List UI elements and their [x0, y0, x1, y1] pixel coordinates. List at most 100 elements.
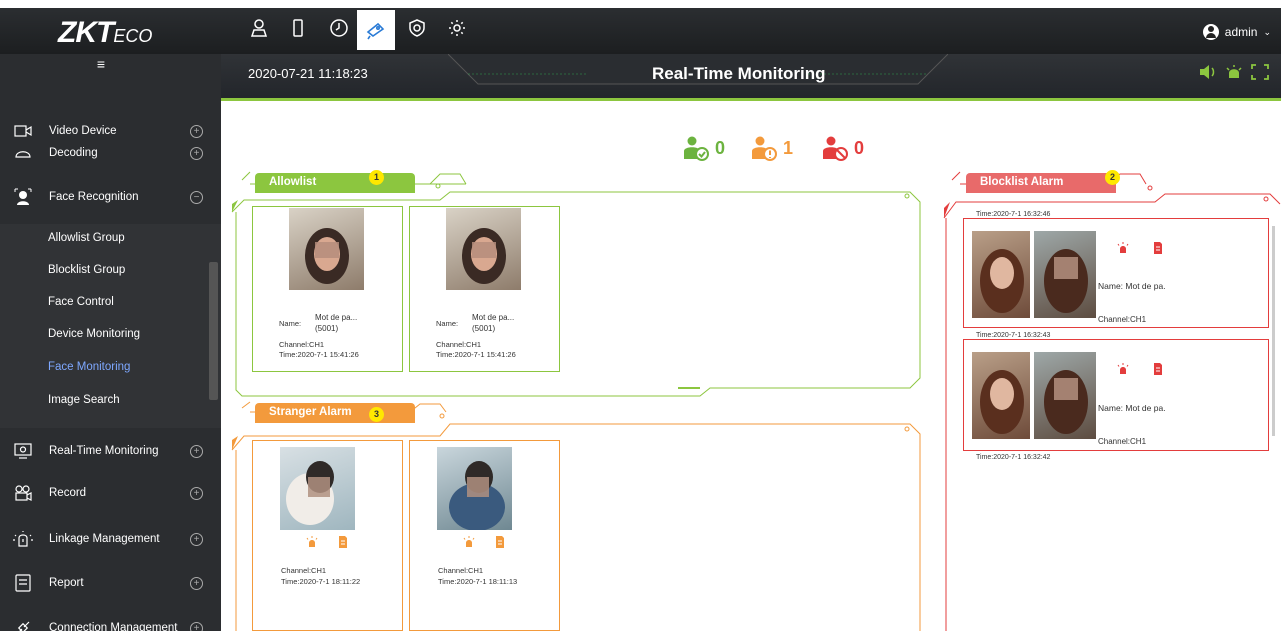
alarm-light-icon[interactable]: [1117, 242, 1129, 254]
stat-allowed: 0: [683, 135, 725, 161]
allowlist-tab[interactable]: Allowlist: [255, 173, 415, 193]
face-photo: [280, 447, 355, 530]
sidebar-subitem-allowlist-group[interactable]: Allowlist Group: [48, 232, 125, 244]
top-strip: [0, 0, 1281, 8]
alarm-light-icon[interactable]: [306, 536, 318, 548]
page-title: Real-Time Monitoring: [652, 64, 826, 83]
blocklist-card[interactable]: Name: Mot de pa. Channel:CH1: [963, 339, 1269, 451]
expand-icon[interactable]: +: [190, 621, 203, 631]
person-name: Mot de pa...: [315, 313, 358, 322]
blocklist-tab-label: Blocklist Alarm: [980, 176, 1064, 188]
channel: Channel:CH1: [279, 340, 325, 349]
sidebar-item-label: Report: [49, 577, 84, 589]
alarm-light-icon[interactable]: [463, 536, 475, 548]
speaker-icon[interactable]: [1199, 64, 1217, 80]
sidebar-subitem-face-control[interactable]: Face Control: [48, 296, 114, 308]
time: Time:2020-7-1 15:41:26: [279, 350, 359, 359]
blocklist-card[interactable]: Name: Mot de pa. Channel:CH1: [963, 218, 1269, 328]
clock-icon[interactable]: [324, 8, 354, 48]
sidebar-subitem-image-search[interactable]: Image Search: [48, 394, 120, 406]
stranger-count: 1: [783, 137, 794, 158]
monitor-icon: [12, 441, 34, 461]
sidebar-item-label: Real-Time Monitoring: [49, 445, 159, 457]
document-icon[interactable]: [1152, 363, 1164, 375]
stranger-card[interactable]: Channel:CH1 Time:2020-7-1 18:11:13: [409, 440, 560, 631]
document-icon[interactable]: [1152, 242, 1164, 254]
collapse-icon[interactable]: −: [190, 190, 203, 204]
allowed-count: 0: [715, 137, 726, 158]
current-datetime: 2020-07-21 11:18:23: [248, 66, 368, 81]
expand-icon[interactable]: +: [190, 532, 203, 546]
sidebar-item-label: Linkage Management: [49, 533, 160, 545]
fullscreen-icon[interactable]: [1251, 64, 1269, 80]
stranger-card[interactable]: Channel:CH1 Time:2020-7-1 18:11:22: [252, 440, 403, 631]
stat-stranger: 1: [751, 135, 793, 161]
logo: ZKTECO: [58, 16, 152, 50]
header-accent-line: [221, 98, 1281, 101]
person-icon[interactable]: [244, 8, 274, 48]
header-icons: [1199, 64, 1269, 80]
sidebar-item-face-recognition[interactable]: Face Recognition −: [0, 177, 221, 217]
person-warning-icon: [752, 136, 777, 161]
logo-main: ZKT: [58, 16, 114, 49]
sidebar-item-decoding[interactable]: Decoding +: [0, 133, 221, 173]
allowlist-card[interactable]: Name: Mot de pa... (5001) Channel:CH1 Ti…: [409, 206, 560, 372]
stranger-tab[interactable]: Stranger Alarm: [255, 403, 415, 423]
sidebar-subitem-face-monitoring[interactable]: Face Monitoring: [48, 361, 130, 373]
sidebar-item-connection-management[interactable]: Connection Management +: [0, 608, 221, 631]
gear-icon[interactable]: [442, 8, 472, 48]
sidebar-item-report[interactable]: Report +: [0, 563, 221, 603]
stat-blocked: 0: [822, 135, 864, 161]
channel: Channel:CH1: [436, 340, 482, 349]
person-blocked-icon: [823, 136, 848, 161]
channel: Channel:CH1: [1098, 315, 1147, 324]
document-icon[interactable]: [494, 536, 506, 548]
alarm-light-icon[interactable]: [1225, 64, 1243, 80]
expand-icon[interactable]: +: [190, 146, 203, 160]
face-recognition-icon: [12, 187, 34, 207]
expand-icon[interactable]: +: [190, 576, 203, 590]
sidebar-item-real-time-monitoring[interactable]: Real-Time Monitoring +: [0, 431, 221, 471]
face-photo: [1034, 231, 1096, 318]
sidebar-item-label: Face Recognition: [49, 191, 139, 203]
shield-icon[interactable]: [402, 8, 432, 48]
user-name: admin: [1224, 25, 1258, 39]
alarm-light-icon[interactable]: [1117, 363, 1129, 375]
document-icon[interactable]: [337, 536, 349, 548]
top-bar: [0, 8, 1281, 54]
menu-collapse-icon[interactable]: ≡: [92, 56, 110, 72]
allowlist-card[interactable]: Name: Mot de pa... (5001) Channel:CH1 Ti…: [252, 206, 403, 372]
expand-icon[interactable]: +: [190, 486, 203, 500]
sidebar-item-label: Connection Management: [49, 622, 178, 631]
person-check-icon: [684, 136, 709, 161]
sidebar-subitem-blocklist-group[interactable]: Blocklist Group: [48, 264, 125, 276]
person-id: (5001): [472, 324, 496, 333]
face-photo: [1034, 352, 1096, 439]
time: Time:2020-7-1 18:11:22: [281, 577, 361, 586]
sidebar-scrollbar[interactable]: [209, 262, 218, 400]
expand-icon[interactable]: +: [190, 444, 203, 458]
person-id: (5001): [315, 324, 339, 333]
name-label: Name:: [279, 319, 302, 328]
sidebar-item-record[interactable]: Record +: [0, 473, 221, 513]
blocklist-tab[interactable]: Blocklist Alarm: [966, 173, 1116, 193]
logo-sub: ECO: [113, 26, 153, 46]
face-photo: [289, 208, 364, 290]
person-name: Name: Mot de pa.: [1098, 403, 1166, 413]
sidebar-item-label: Decoding: [49, 147, 98, 159]
channel: Channel:CH1: [438, 566, 484, 575]
device-icon[interactable]: [283, 8, 313, 48]
user-icon: [1202, 24, 1219, 40]
linkage-icon: [12, 529, 34, 549]
sidebar-subitem-device-monitoring[interactable]: Device Monitoring: [48, 328, 140, 340]
channel: Channel:CH1: [1098, 437, 1147, 446]
stranger-badge: 3: [369, 407, 384, 422]
sidebar-item-label: Record: [49, 487, 87, 499]
record-icon: [12, 483, 34, 503]
report-icon: [12, 573, 34, 593]
face-photo: [446, 208, 521, 290]
blocklist-top-time: Time:2020-7-1 16:32:46: [976, 211, 1051, 218]
sidebar-item-linkage-management[interactable]: Linkage Management +: [0, 519, 221, 559]
user-menu[interactable]: admin ⌄: [1202, 24, 1271, 40]
camera-icon[interactable]: [357, 10, 395, 50]
